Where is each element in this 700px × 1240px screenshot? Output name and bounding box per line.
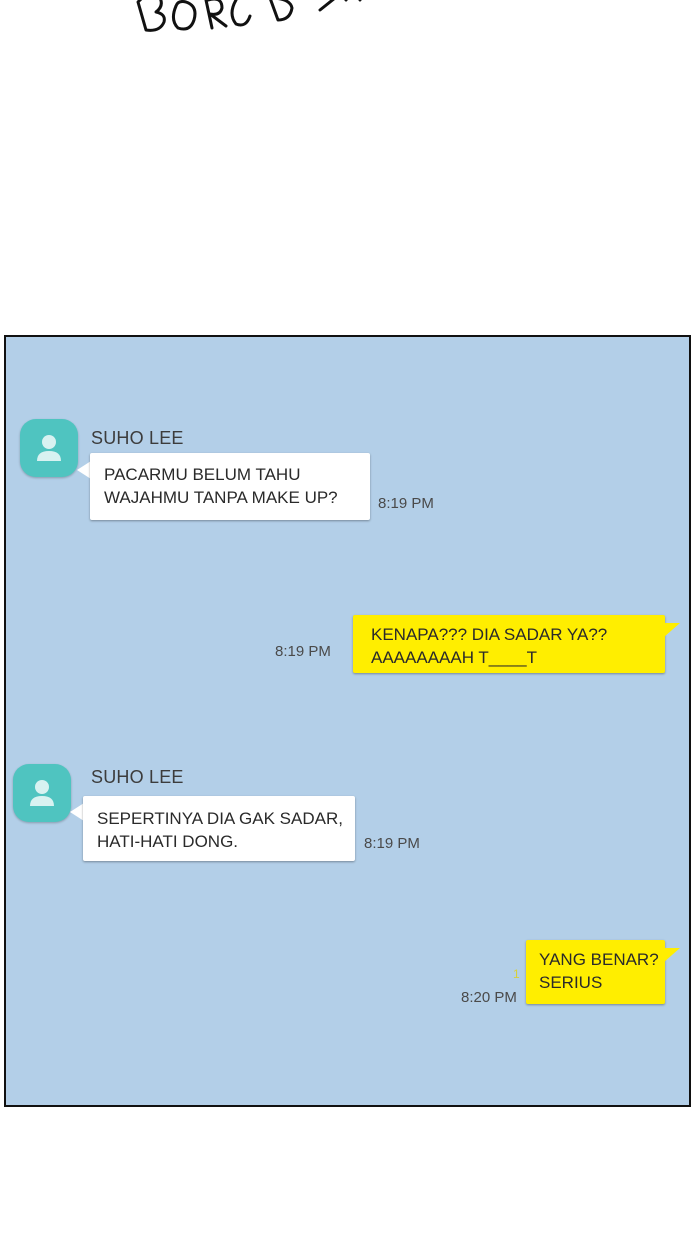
message-time: 8:19 PM [378, 495, 434, 512]
message-text: KENAPA??? DIA SADAR YA?? [371, 625, 608, 644]
contact-avatar[interactable] [13, 764, 71, 822]
incoming-message-bubble[interactable]: SEPERTINYA DIA GAK SADAR, HATI-HATI DONG… [83, 796, 355, 861]
unread-count: 1 [513, 967, 520, 981]
sender-name: SUHO LEE [91, 767, 184, 787]
message-time: 8:20 PM [461, 989, 517, 1006]
message-time: 8:19 PM [364, 835, 420, 852]
person-icon [30, 780, 54, 806]
sender-name: SUHO LEE [91, 428, 184, 448]
message-text: WAJAHMU TANPA MAKE UP? [104, 488, 338, 507]
message-text: AAAAAAAAH T____T [371, 648, 537, 667]
message-text: SERIUS [539, 973, 603, 992]
outgoing-message-bubble[interactable]: KENAPA??? DIA SADAR YA?? AAAAAAAAH T____… [353, 615, 665, 673]
bubble-tail [664, 623, 680, 637]
person-icon [37, 435, 61, 461]
message-text: PACARMU BELUM TAHU [104, 465, 301, 484]
message-text: HATI-HATI DONG. [97, 832, 239, 851]
lettering-artwork [136, 0, 362, 32]
message-text: SEPERTINYA DIA GAK SADAR, [97, 809, 343, 828]
chat-panel: SUHO LEE PACARMU BELUM TAHU WAJAHMU TANP… [4, 335, 691, 1107]
bubble-tail [664, 948, 680, 962]
bubble-tail [70, 803, 84, 821]
message-time: 8:19 PM [275, 643, 331, 660]
contact-avatar[interactable] [20, 419, 78, 477]
message-text: YANG BENAR? [539, 950, 659, 969]
outgoing-message-bubble[interactable]: YANG BENAR? SERIUS [526, 940, 665, 1004]
bubble-tail [77, 461, 91, 479]
incoming-message-bubble[interactable]: PACARMU BELUM TAHU WAJAHMU TANPA MAKE UP… [90, 453, 370, 520]
